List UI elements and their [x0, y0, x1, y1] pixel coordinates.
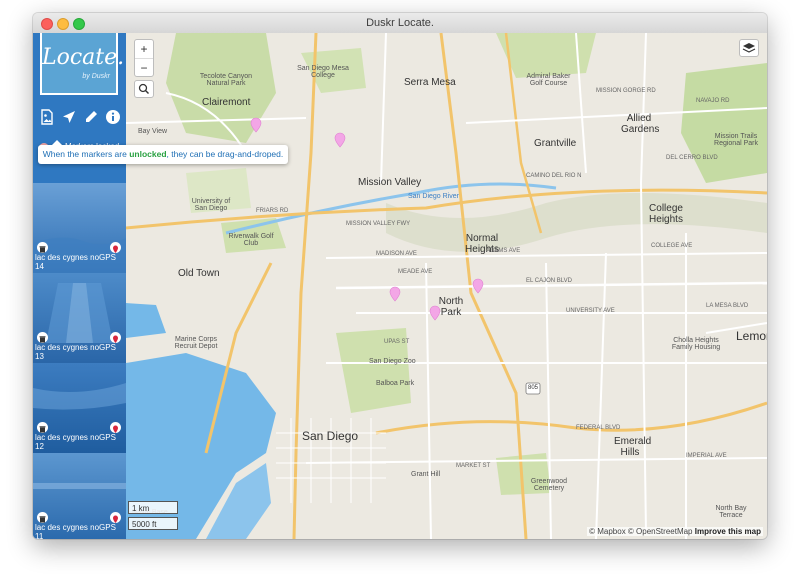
map-label-admiral-baker: Admiral Baker Golf Course — [526, 73, 571, 87]
locate-photo-button[interactable] — [110, 242, 121, 253]
title-bar: Duskr Locate. — [33, 13, 767, 34]
photo-caption: lac des cygnes noGPS 12 — [35, 433, 116, 451]
map-label-balboa-park: Balboa Park — [376, 380, 415, 387]
map-label-college-heights: College Heights — [649, 203, 683, 225]
photo-caption: lac des cygnes noGPS 11 — [35, 523, 116, 539]
tooltip-text-strong: unlocked — [129, 149, 167, 159]
road-label-mission-valley-fwy: MISSION VALLEY FWY — [346, 221, 411, 227]
improve-map-link[interactable]: Improve this map — [695, 527, 761, 536]
map-label-greenwood: Greenwood Cemetery — [530, 478, 568, 492]
map-search-button[interactable] — [134, 80, 154, 98]
road-label-mission-gorge: MISSION GORGE RD — [596, 88, 656, 94]
map-label-clairemont: Clairemont — [202, 97, 251, 108]
delete-photo-button[interactable] — [37, 512, 48, 523]
window-title: Duskr Locate. — [366, 17, 434, 29]
photo-caption: lac des cygnes noGPS 14 — [35, 253, 116, 271]
road-label-805: 805 — [528, 385, 539, 391]
image-file-icon[interactable] — [39, 109, 55, 125]
road-label-camino-del-rio: CAMINO DEL RIO N — [526, 173, 582, 179]
road-label-university: UNIVERSITY AVE — [566, 308, 615, 314]
road-label-adams: ADAMS AVE — [486, 248, 521, 254]
zoom-in-button[interactable]: + — [135, 40, 153, 59]
road-label-federal: FEDERAL BLVD — [576, 425, 621, 431]
delete-photo-button[interactable] — [37, 242, 48, 253]
pencil-icon[interactable] — [83, 109, 99, 125]
scale-km: 1 km — [128, 501, 178, 514]
logo-subtitle: by Duskr — [82, 73, 110, 80]
photo-marker[interactable] — [334, 132, 346, 148]
map-label-lemon: Lemor — [736, 329, 767, 343]
photo-item[interactable]: lac des cygnes noGPS 14 — [33, 183, 126, 273]
map-label-allied-gardens: Allied Gardens — [621, 113, 660, 135]
photo-marker[interactable] — [250, 117, 262, 133]
lock-tooltip: When the markers are unlocked, they can … — [38, 140, 288, 164]
map-label-river: San Diego River — [408, 193, 459, 200]
photo-caption: lac des cygnes noGPS 13 — [35, 343, 116, 361]
photo-marker[interactable] — [472, 278, 484, 294]
map-label-sd-mesa: San Diego Mesa College — [297, 65, 349, 79]
photo-item[interactable]: lac des cygnes noGPS 12 — [33, 363, 126, 453]
road-label-navajo: NAVAJO RD — [696, 98, 730, 104]
road-label-la-mesa: LA MESA BLVD — [706, 303, 749, 309]
delete-photo-button[interactable] — [37, 332, 48, 343]
road-label-college-ave: COLLEGE AVE — [651, 243, 693, 249]
road-label-madison: MADISON AVE — [376, 251, 417, 257]
map-view[interactable]: San Diego Mission Valley Normal Heights … — [126, 33, 767, 539]
locate-photo-button[interactable] — [110, 512, 121, 523]
map-attribution: © Mapbox © OpenStreetMap Improve this ma… — [587, 527, 763, 536]
scale-ft: 5000 ft — [128, 517, 178, 530]
map-label-north-bay-terrace: North Bay Terrace — [715, 505, 747, 519]
map-label-san-diego: San Diego — [302, 429, 359, 443]
map-label-serra-mesa: Serra Mesa — [404, 77, 456, 88]
zoom-out-button[interactable]: − — [135, 59, 153, 77]
locate-photo-button[interactable] — [110, 422, 121, 433]
photo-marker[interactable] — [389, 286, 401, 302]
map-base — [126, 33, 767, 539]
photo-item[interactable]: lac des cygnes noGPS 11 — [33, 453, 126, 539]
photo-item[interactable]: lac des cygnes noGPS 13 — [33, 273, 126, 363]
info-icon[interactable] — [105, 109, 121, 125]
sidebar-toolbar — [33, 109, 126, 125]
map-label-mission-valley: Mission Valley — [358, 177, 422, 188]
road-label-el-cajon: EL CAJON BLVD — [526, 278, 573, 284]
map-label-tecolote: Tecolote Canyon Natural Park — [199, 73, 253, 87]
map-label-emerald-hills: Emerald Hills — [614, 436, 652, 458]
map-label-cholla: Cholla Heights Family Housing — [671, 337, 721, 351]
map-label-riverwalk: Riverwalk Golf Club — [228, 233, 274, 247]
road-label-imperial: IMPERIAL AVE — [686, 453, 727, 459]
app-logo: Locate. by Duskr — [40, 33, 125, 95]
road-label-del-cerro: DEL CERRO BLVD — [666, 155, 718, 161]
layers-button[interactable] — [739, 39, 759, 57]
tooltip-text-after: , they can be drag-and-droped. — [166, 149, 284, 159]
map-label-grantville: Grantville — [534, 138, 577, 149]
delete-photo-button[interactable] — [37, 422, 48, 433]
sidebar: Locate. by Duskr Markers locked — [33, 33, 126, 539]
search-icon — [138, 83, 149, 94]
road-label-meade: MEADE AVE — [398, 269, 433, 275]
attribution-text[interactable]: © Mapbox © OpenStreetMap — [589, 527, 692, 536]
app-window: Duskr Locate. Locate. by Duskr Markers l… — [33, 13, 767, 539]
road-label-market: MARKET ST — [456, 463, 491, 469]
map-label-grant-hill: Grant Hill — [411, 471, 441, 478]
tooltip-text-before: When the markers are — [42, 149, 130, 159]
map-label-university: University of San Diego — [191, 198, 231, 212]
road-label-friars: FRIARS RD — [256, 208, 289, 214]
zoom-control: + − — [134, 39, 154, 77]
navigate-arrow-icon[interactable] — [61, 109, 77, 125]
map-label-old-town: Old Town — [178, 268, 220, 279]
logo-title: Locate. — [42, 45, 125, 70]
map-label-marine-corps: Marine Corps Recruit Depot — [174, 336, 218, 350]
layers-icon — [742, 43, 756, 53]
map-label-mission-trails: Mission Trails Regional Park — [714, 133, 758, 147]
mission-trails-area — [681, 63, 767, 183]
map-label-san-diego-zoo: San Diego Zoo — [369, 358, 416, 365]
road-label-upas: UPAS ST — [384, 339, 410, 345]
map-label-bay-view: Bay View — [138, 128, 168, 135]
photo-marker[interactable] — [429, 305, 441, 321]
locate-photo-button[interactable] — [110, 332, 121, 343]
